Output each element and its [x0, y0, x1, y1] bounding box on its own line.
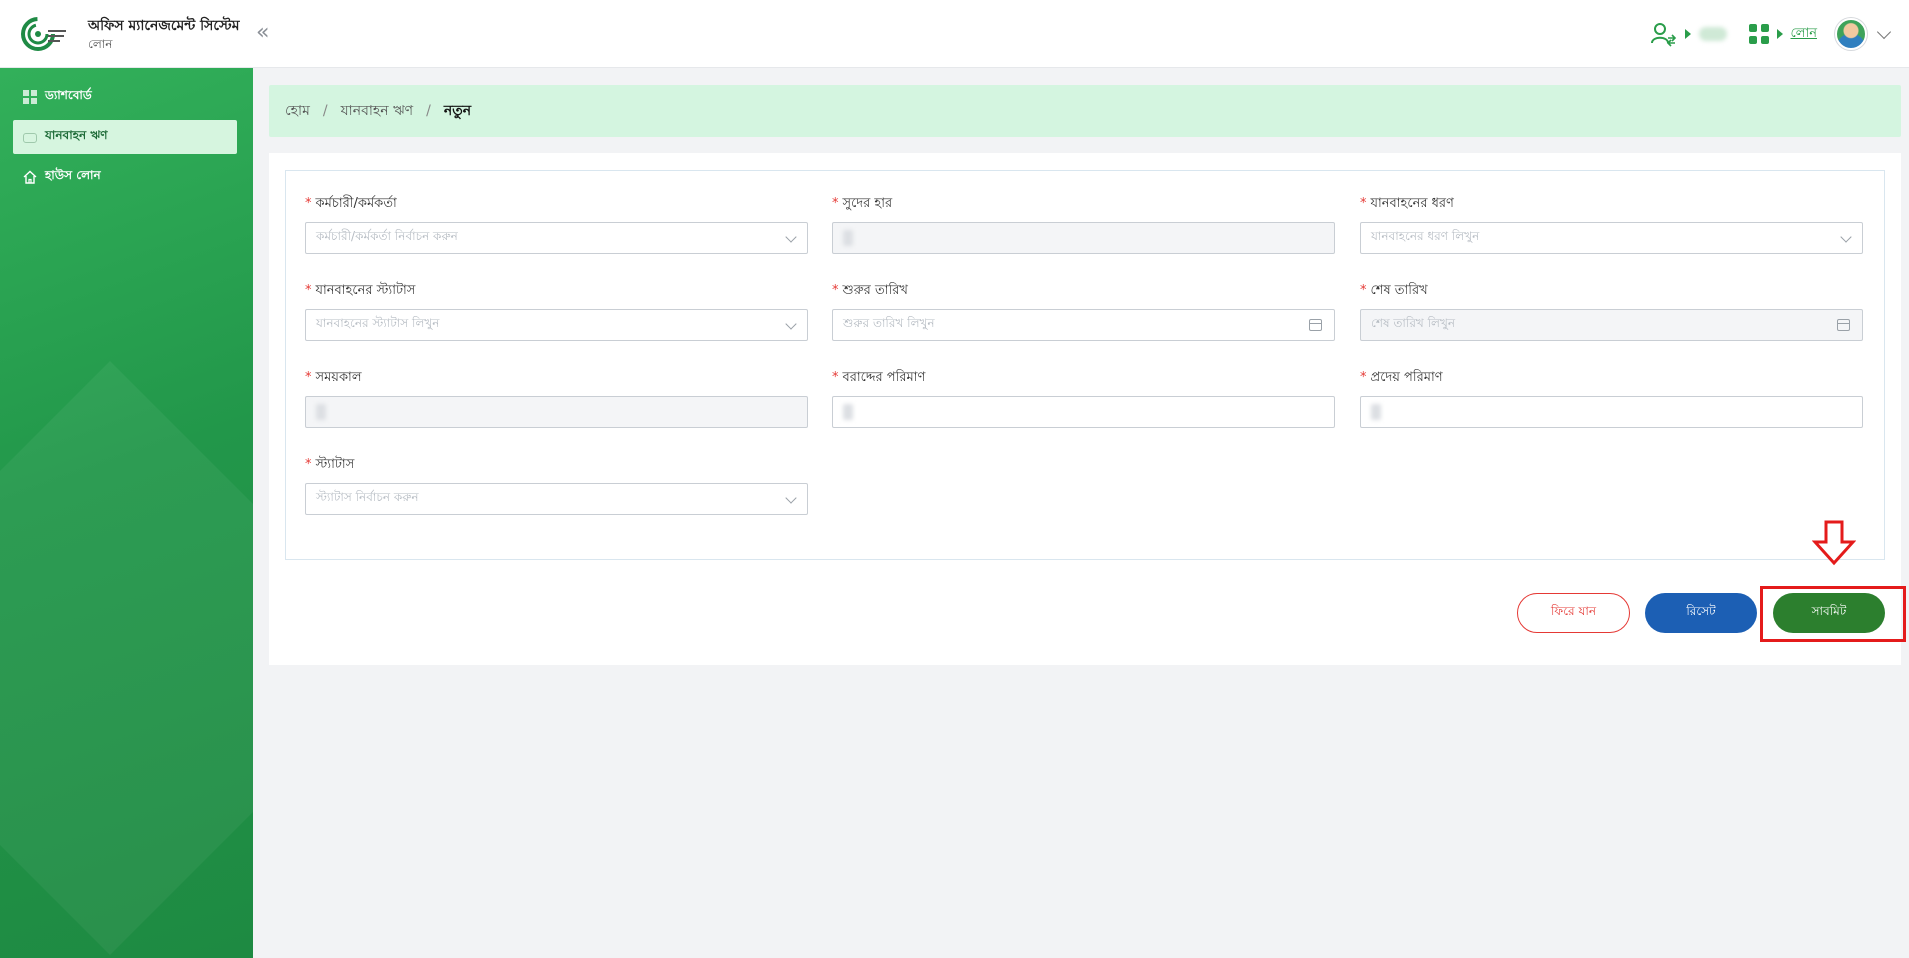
redacted-value	[316, 404, 326, 420]
vehicle-type-placeholder: যানবাহনের ধরণ লিখুন	[1371, 229, 1480, 243]
caret-right-icon	[1776, 29, 1783, 39]
sidebar-item-label: ড্যাশবোর্ড	[45, 88, 92, 102]
vehicle-status-label: * যানবাহনের স্ট্যাটাস	[305, 283, 416, 298]
status-field: * স্ট্যাটাস স্ট্যাটাস নির্বাচন করুন	[305, 455, 808, 515]
calendar-icon	[1309, 319, 1322, 331]
header-actions: লোন	[1649, 14, 1892, 54]
user-switch-icon[interactable]	[1649, 20, 1677, 48]
allocated-amount-label: * বরাদ্দের পরিমাণ	[832, 370, 926, 385]
vehicle-status-select[interactable]: যানবাহনের স্ট্যাটাস লিখুন	[305, 309, 808, 341]
sidebar-nav: ড্যাশবোর্ড যানবাহন ঋণ হাউস লোন	[13, 80, 237, 200]
loan-form: * কর্মচারী/কর্মকর্তা কর্মচারী/কর্মকর্তা ন…	[285, 170, 1885, 560]
start-date-placeholder: শুরুর তারিখ লিখুন	[843, 316, 935, 330]
reset-button[interactable]: রিসেট	[1645, 593, 1757, 633]
breadcrumb-vehicle-loan[interactable]: যানবাহন ঋণ	[341, 99, 414, 123]
duration-input[interactable]	[305, 396, 808, 428]
start-date-label: * শুরুর তারিখ	[832, 283, 908, 298]
sidebar-item-dashboard[interactable]: ড্যাশবোর্ড	[13, 80, 237, 114]
breadcrumb: হোম / যানবাহন ঋণ / নতুন	[269, 85, 1901, 137]
sidebar-item-label: হাউস লোন	[45, 168, 101, 182]
duration-label: * সময়কাল	[305, 370, 362, 385]
sidebar-item-label: যানবাহন ঋণ	[45, 128, 108, 142]
employee-field: * কর্মচারী/কর্মকর্তা কর্মচারী/কর্মকর্তা ন…	[305, 194, 808, 254]
redacted-value	[843, 404, 853, 420]
app-title: অফিস ম্যানেজমেন্ট সিস্টেম	[88, 18, 240, 34]
payable-amount-input[interactable]	[1360, 396, 1863, 428]
vehicle-type-select[interactable]: যানবাহনের ধরণ লিখুন	[1360, 222, 1863, 254]
sidebar: ড্যাশবোর্ড যানবাহন ঋণ হাউস লোন	[0, 68, 253, 958]
allocated-amount-input[interactable]	[832, 396, 1335, 428]
top-header: অফিস ম্যানেজমেন্ট সিস্টেম লোন « লোন	[0, 0, 1909, 68]
start-date-field: * শুরুর তারিখ শুরুর তারিখ লিখুন	[832, 281, 1335, 341]
end-date-field: * শেষ তারিখ শেষ তারিখ লিখুন	[1360, 281, 1863, 341]
dashboard-icon	[23, 90, 37, 104]
employee-placeholder: কর্মচারী/কর্মকর্তা নির্বাচন করুন	[316, 229, 458, 243]
chevron-down-icon[interactable]	[1876, 24, 1892, 39]
submit-button[interactable]: সাবমিট	[1773, 593, 1885, 633]
interest-rate-field: * সুদের হার	[832, 194, 1335, 254]
end-date-picker[interactable]: শেষ তারিখ লিখুন	[1360, 309, 1863, 341]
breadcrumb-separator: /	[322, 103, 328, 119]
vehicle-status-field: * যানবাহনের স্ট্যাটাস যানবাহনের স্ট্যাটাস…	[305, 281, 808, 341]
app-subtitle: লোন	[88, 37, 113, 51]
vehicle-type-field: * যানবাহনের ধরণ যানবাহনের ধরণ লিখুন	[1360, 194, 1863, 254]
apps-grid-icon[interactable]	[1748, 24, 1769, 44]
vehicle-type-label: * যানবাহনের ধরণ	[1360, 196, 1454, 211]
collapse-sidebar-icon[interactable]: «	[256, 20, 280, 46]
redacted-value	[1371, 404, 1381, 420]
caret-right-icon	[1684, 29, 1691, 39]
status-placeholder: স্ট্যাটাস নির্বাচন করুন	[316, 490, 419, 504]
breadcrumb-home[interactable]: হোম	[285, 99, 310, 123]
chevron-down-icon	[785, 318, 797, 330]
sidebar-item-vehicle-loan[interactable]: যানবাহন ঋণ	[13, 120, 237, 154]
end-date-placeholder: শেষ তারিখ লিখুন	[1371, 316, 1456, 330]
employee-select[interactable]: কর্মচারী/কর্মকর্তা নির্বাচন করুন	[305, 222, 808, 254]
chevron-down-icon	[1840, 231, 1852, 243]
module-link[interactable]: লোন	[1791, 24, 1818, 45]
allocated-amount-field: * বরাদ্দের পরিমাণ	[832, 368, 1335, 428]
authority-logo	[21, 17, 66, 51]
user-name-redacted	[1698, 27, 1727, 41]
status-label: * স্ট্যাটাস	[305, 457, 355, 472]
annotation-arrow-icon	[1812, 520, 1856, 566]
house-icon	[23, 170, 37, 184]
vehicle-status-placeholder: যানবাহনের স্ট্যাটাস লিখুন	[316, 316, 440, 330]
payable-amount-label: * প্রদেয় পরিমাণ	[1360, 370, 1443, 385]
chevron-down-icon	[785, 231, 797, 243]
start-date-picker[interactable]: শুরুর তারিখ লিখুন	[832, 309, 1335, 341]
interest-rate-input[interactable]	[832, 222, 1335, 254]
end-date-label: * শেষ তারিখ	[1360, 283, 1428, 298]
breadcrumb-current: নতুন	[443, 103, 472, 119]
chevron-down-icon	[785, 492, 797, 504]
sidebar-item-house-loan[interactable]: হাউস লোন	[13, 160, 237, 194]
breadcrumb-separator: /	[426, 103, 431, 119]
interest-rate-label: * সুদের হার	[832, 196, 893, 211]
status-select[interactable]: স্ট্যাটাস নির্বাচন করুন	[305, 483, 808, 515]
employee-label: * কর্মচারী/কর্মকর্তা	[305, 196, 397, 211]
car-icon	[23, 133, 37, 143]
redacted-value	[843, 230, 853, 246]
calendar-icon	[1837, 319, 1850, 331]
duration-field: * সময়কাল	[305, 368, 808, 428]
user-avatar[interactable]	[1835, 18, 1867, 50]
back-button[interactable]: ফিরে যান	[1517, 593, 1630, 633]
form-card: * কর্মচারী/কর্মকর্তা কর্মচারী/কর্মকর্তা ন…	[269, 153, 1901, 665]
payable-amount-field: * প্রদেয় পরিমাণ	[1360, 368, 1863, 428]
